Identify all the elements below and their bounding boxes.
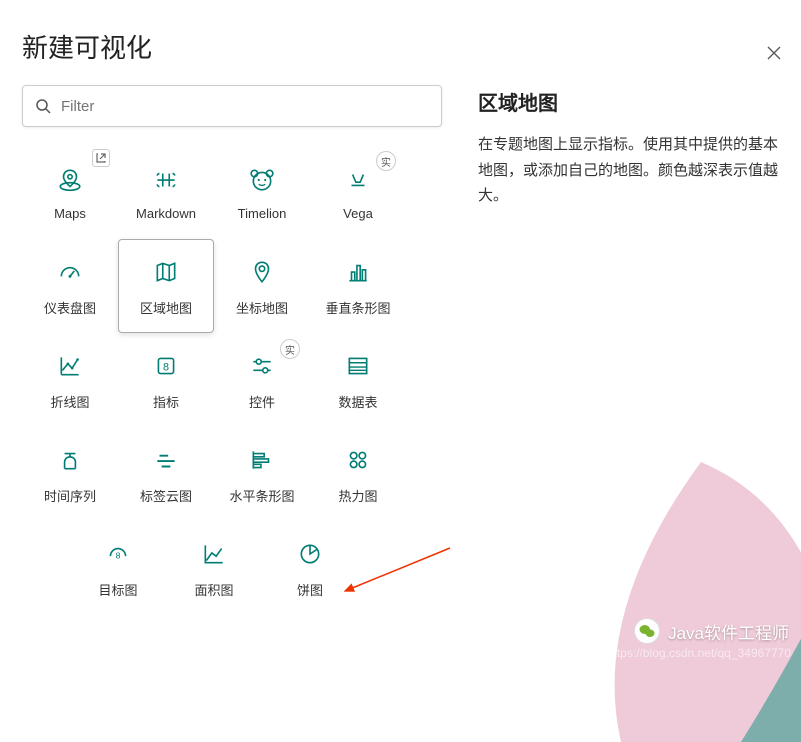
tile-label: 数据表	[338, 392, 377, 411]
vega-icon	[342, 164, 374, 196]
tile-line[interactable]: 折线图	[22, 333, 118, 427]
search-icon	[35, 98, 51, 114]
vbar-icon	[342, 256, 374, 288]
tile-area[interactable]: 面积图	[166, 521, 262, 615]
tile-label: 垂直条形图	[325, 298, 390, 317]
svg-text:8: 8	[163, 361, 169, 373]
tile-table[interactable]: 数据表	[310, 333, 406, 427]
tile-label: 仪表盘图	[44, 298, 96, 317]
close-button[interactable]	[767, 46, 781, 65]
tile-label: 目标图	[98, 580, 137, 599]
tile-vega[interactable]: 实 Vega	[310, 145, 406, 239]
tile-goal[interactable]: 8 目标图	[70, 521, 166, 615]
experimental-badge: 实	[280, 339, 300, 359]
area-icon	[198, 538, 230, 570]
tile-hbar[interactable]: 水平条形图	[214, 427, 310, 521]
tile-regionmap[interactable]: 区域地图	[118, 239, 214, 333]
tile-label: 折线图	[50, 392, 89, 411]
regionmap-icon	[150, 256, 182, 288]
tile-tsvb[interactable]: 时间序列	[22, 427, 118, 521]
tile-label: 时间序列	[44, 486, 96, 505]
tagcloud-icon	[150, 444, 182, 476]
tile-controls[interactable]: 实 控件	[214, 333, 310, 427]
tile-vbar[interactable]: 垂直条形图	[310, 239, 406, 333]
page-title: 新建可视化	[22, 28, 801, 65]
maps-icon	[54, 164, 86, 196]
tile-label: 热力图	[338, 486, 377, 505]
search-input[interactable]	[61, 98, 429, 115]
tsvb-icon	[54, 444, 86, 476]
metric-icon: 8	[150, 350, 182, 382]
viz-grid: Maps Markdown Timelion 实 Vega 仪表盘图	[22, 145, 442, 521]
line-icon	[54, 350, 86, 382]
tile-label: 面积图	[194, 580, 233, 599]
tile-label: Timelion	[238, 206, 287, 221]
tile-label: Vega	[343, 206, 373, 221]
tile-label: 水平条形图	[229, 486, 294, 505]
tile-heatmap[interactable]: 热力图	[310, 427, 406, 521]
tile-label: 指标	[153, 392, 179, 411]
goal-icon: 8	[102, 538, 134, 570]
tile-label: 标签云图	[140, 486, 192, 505]
heatmap-icon	[342, 444, 374, 476]
tile-label: Maps	[54, 206, 86, 221]
coordmap-icon	[246, 256, 278, 288]
tile-maps[interactable]: Maps	[22, 145, 118, 239]
gauge-icon	[54, 256, 86, 288]
hbar-icon	[246, 444, 278, 476]
close-icon	[767, 46, 781, 60]
tile-timelion[interactable]: Timelion	[214, 145, 310, 239]
tile-label: Markdown	[136, 206, 196, 221]
tile-label: 控件	[249, 392, 275, 411]
timelion-icon	[246, 164, 278, 196]
watermark-url: https://blog.csdn.net/qq_34967770	[607, 646, 791, 660]
watermark-text: Java软件工程师	[668, 619, 789, 644]
watermark: Java软件工程师	[634, 618, 789, 644]
viz-grid-row5: 8 目标图 面积图 饼图	[70, 521, 442, 615]
svg-text:8: 8	[116, 550, 121, 560]
detail-description: 在专题地图上显示指标。使用其中提供的基本地图，或添加自己的地图。颜色越深表示值越…	[478, 132, 779, 209]
tile-coordmap[interactable]: 坐标地图	[214, 239, 310, 333]
tile-label: 区域地图	[140, 298, 192, 317]
pie-icon	[294, 538, 326, 570]
tile-label: 饼图	[297, 580, 323, 599]
experimental-badge: 实	[376, 151, 396, 171]
tile-gauge[interactable]: 仪表盘图	[22, 239, 118, 333]
tile-markdown[interactable]: Markdown	[118, 145, 214, 239]
controls-icon	[246, 350, 278, 382]
detail-panel: 区域地图 在专题地图上显示指标。使用其中提供的基本地图，或添加自己的地图。颜色越…	[442, 85, 779, 615]
tile-tagcloud[interactable]: 标签云图	[118, 427, 214, 521]
external-icon	[92, 149, 110, 167]
search-box[interactable]	[22, 85, 442, 127]
markdown-icon	[150, 164, 182, 196]
table-icon	[342, 350, 374, 382]
tile-pie[interactable]: 饼图	[262, 521, 358, 615]
detail-title: 区域地图	[478, 87, 779, 116]
wechat-icon	[634, 618, 660, 644]
tile-metric[interactable]: 8 指标	[118, 333, 214, 427]
tile-label: 坐标地图	[236, 298, 288, 317]
